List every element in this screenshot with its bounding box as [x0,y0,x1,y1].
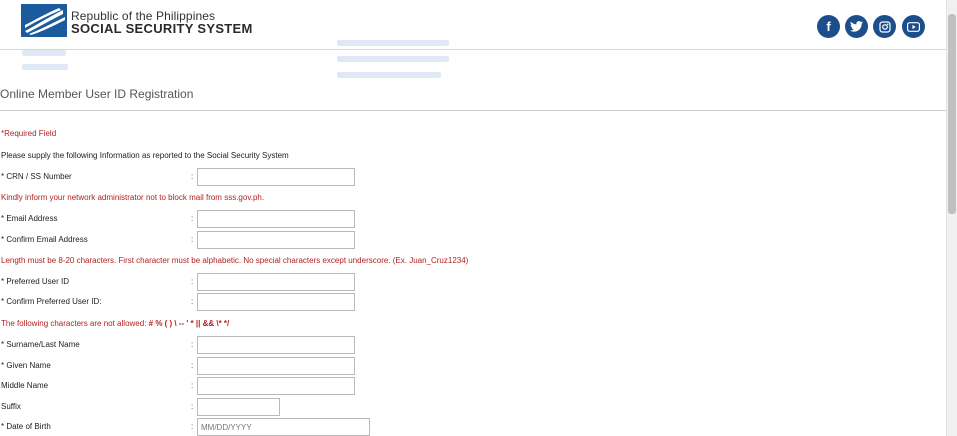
confirm-userid-input[interactable] [197,293,355,311]
page-title: Online Member User ID Registration [0,87,194,101]
nav-placeholder [337,72,441,78]
dob-colon: : [191,422,194,431]
youtube-icon[interactable] [902,15,925,38]
email-input[interactable] [197,210,355,228]
userid-input[interactable] [197,273,355,291]
confirm-email-colon: : [191,235,194,244]
middle-name-label: Middle Name [1,381,49,390]
crn-input[interactable] [197,168,355,186]
instagram-icon[interactable] [873,15,896,38]
sss-logo[interactable] [21,4,67,37]
supply-instructions: Please supply the following Information … [1,151,289,160]
crn-label: * CRN / SS Number [1,172,72,181]
userid-label: * Preferred User ID [1,277,70,286]
title-divider [0,110,946,111]
confirm-userid-label: * Confirm Preferred User ID: [1,297,102,306]
dob-input[interactable] [197,418,370,436]
middle-name-input[interactable] [197,377,355,395]
userid-colon: : [191,277,194,286]
site-header: Republic of the Philippines SOCIAL SECUR… [0,0,946,50]
confirm-email-label: * Confirm Email Address [1,235,88,244]
email-label: * Email Address [1,214,58,223]
middle-name-colon: : [191,381,194,390]
suffix-input[interactable] [197,398,280,416]
org-name: SOCIAL SECURITY SYSTEM [71,21,253,36]
suffix-label: Suffix [1,402,21,411]
dob-label: * Date of Birth [1,422,51,431]
scrollbar-thumb[interactable] [948,14,956,214]
facebook-icon[interactable]: f [817,15,840,38]
suffix-colon: : [191,402,194,411]
disallowed-chars-list: # % ( ) \ -- ' * || && \* */ [148,319,230,328]
confirm-userid-colon: : [191,297,194,306]
crn-colon: : [191,172,194,181]
nav-placeholder [337,40,449,46]
given-name-label: * Given Name [1,361,51,370]
given-name-input[interactable] [197,357,355,375]
userid-rules-notice: Length must be 8-20 characters. First ch… [1,256,469,265]
nav-placeholder [337,56,449,62]
given-name-colon: : [191,361,194,370]
email-notice: Kindly inform your network administrator… [1,193,265,202]
surname-label: * Surname/Last Name [1,340,80,349]
email-colon: : [191,214,194,223]
surname-colon: : [191,340,194,349]
nav-placeholder [22,64,68,70]
surname-input[interactable] [197,336,355,354]
confirm-email-input[interactable] [197,231,355,249]
disallowed-chars-prefix: The following characters are not allowed… [1,319,149,328]
required-field-note: *Required Field [1,129,57,138]
disallowed-chars-notice: The following characters are not allowed… [1,319,229,328]
twitter-icon[interactable] [845,15,868,38]
nav-placeholder [22,50,66,56]
